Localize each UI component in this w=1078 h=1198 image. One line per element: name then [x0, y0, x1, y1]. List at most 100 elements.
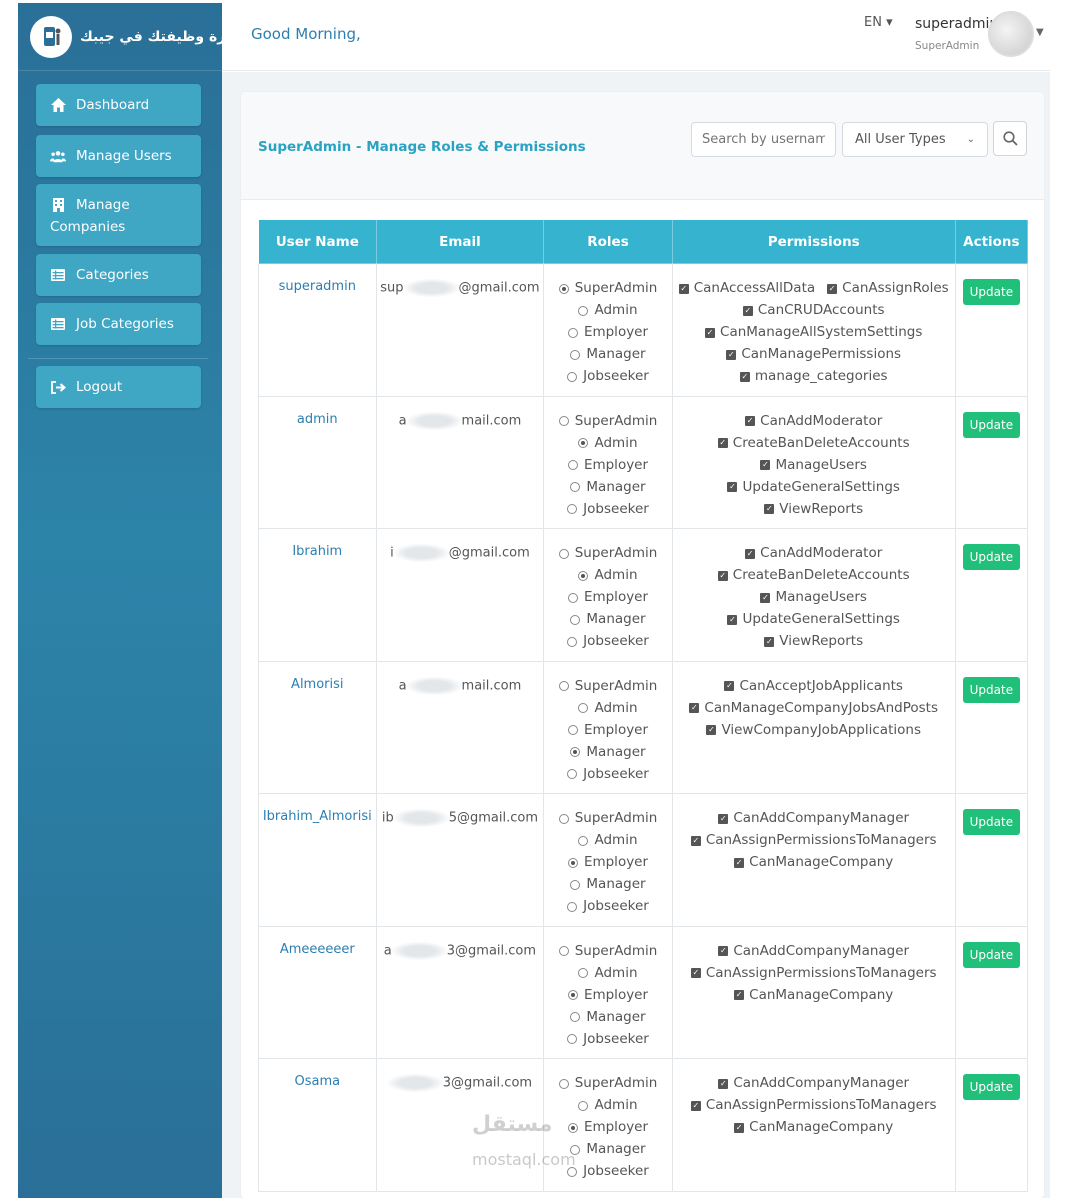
- logout-button[interactable]: Logout: [36, 366, 201, 408]
- permission-checkbox[interactable]: ✓ ViewReports: [764, 500, 863, 519]
- permission-checkbox[interactable]: ✓ ViewCompanyJobApplications: [706, 721, 921, 740]
- radio-icon[interactable]: [567, 327, 578, 338]
- update-button[interactable]: Update: [962, 676, 1021, 703]
- permission-checkbox[interactable]: ✓ CanAcceptJobApplicants: [724, 677, 903, 696]
- role-radio-option[interactable]: Jobseeker: [567, 897, 649, 916]
- role-radio-option[interactable]: Jobseeker: [567, 632, 649, 651]
- radio-icon[interactable]: [567, 769, 578, 779]
- radio-icon[interactable]: [567, 1122, 578, 1133]
- avatar[interactable]: [988, 11, 1034, 57]
- permission-checkbox[interactable]: ✓ UpdateGeneralSettings: [727, 610, 900, 629]
- checkbox-checked-icon[interactable]: ✓: [760, 592, 771, 603]
- permission-checkbox[interactable]: ✓ CanManageCompanyJobsAndPosts: [689, 699, 938, 718]
- checkbox-checked-icon[interactable]: ✓: [690, 1100, 701, 1111]
- sidebar-item-manage-companies[interactable]: Manage Companies: [36, 184, 201, 246]
- radio-icon[interactable]: [570, 879, 581, 890]
- checkbox-checked-icon[interactable]: ✓: [678, 283, 689, 294]
- checkbox-checked-icon[interactable]: ✓: [726, 349, 737, 360]
- role-radio-option[interactable]: SuperAdmin: [558, 544, 657, 563]
- radio-icon[interactable]: [558, 946, 569, 956]
- radio-icon[interactable]: [567, 1034, 578, 1044]
- radio-icon[interactable]: [578, 835, 589, 846]
- role-radio-option[interactable]: SuperAdmin: [558, 942, 657, 961]
- checkbox-checked-icon[interactable]: ✓: [745, 548, 756, 559]
- checkbox-checked-icon[interactable]: ✓: [718, 1078, 729, 1089]
- role-radio-option[interactable]: Employer: [567, 986, 648, 1005]
- checkbox-checked-icon[interactable]: ✓: [727, 614, 738, 625]
- permission-checkbox[interactable]: ✓ CanAssignPermissionsToManagers: [690, 831, 937, 850]
- radio-icon[interactable]: [558, 416, 569, 426]
- radio-icon[interactable]: [558, 548, 569, 559]
- role-radio-option[interactable]: SuperAdmin: [558, 412, 657, 431]
- permission-checkbox[interactable]: ✓ CanManageAllSystemSettings: [705, 323, 922, 342]
- radio-icon[interactable]: [567, 504, 578, 514]
- checkbox-checked-icon[interactable]: ✓: [705, 327, 716, 338]
- update-button[interactable]: Update: [962, 279, 1021, 305]
- radio-icon[interactable]: [578, 305, 589, 316]
- permission-checkbox[interactable]: ✓ CanAssignPermissionsToManagers: [690, 1096, 937, 1115]
- permission-checkbox[interactable]: ✓ ManageUsers: [760, 456, 867, 475]
- role-radio-option[interactable]: Employer: [567, 588, 648, 607]
- checkbox-checked-icon[interactable]: ✓: [760, 460, 771, 470]
- radio-icon[interactable]: [570, 747, 581, 757]
- role-radio-option[interactable]: Admin: [578, 301, 638, 320]
- permission-checkbox[interactable]: ✓ CreateBanDeleteAccounts: [717, 566, 910, 585]
- checkbox-checked-icon[interactable]: ✓: [718, 813, 729, 824]
- role-radio-option[interactable]: Jobseeker: [567, 765, 649, 784]
- radio-icon[interactable]: [578, 968, 589, 978]
- role-radio-option[interactable]: Jobseeker: [567, 500, 649, 519]
- radio-icon[interactable]: [567, 636, 578, 647]
- permission-checkbox[interactable]: ✓ CreateBanDeleteAccounts: [717, 434, 910, 453]
- checkbox-checked-icon[interactable]: ✓: [764, 636, 775, 647]
- permission-checkbox[interactable]: ✓ CanAddCompanyManager: [718, 809, 909, 828]
- role-radio-option[interactable]: Employer: [567, 721, 648, 740]
- role-radio-option[interactable]: Employer: [567, 456, 648, 475]
- radio-icon[interactable]: [558, 1078, 569, 1089]
- radio-icon[interactable]: [578, 438, 589, 448]
- role-radio-option[interactable]: Manager: [570, 478, 646, 497]
- role-radio-option[interactable]: Admin: [578, 434, 638, 453]
- permission-checkbox[interactable]: ✓ CanCRUDAccounts: [742, 301, 885, 320]
- role-radio-option[interactable]: Admin: [578, 566, 638, 585]
- role-radio-option[interactable]: SuperAdmin: [558, 677, 657, 696]
- checkbox-checked-icon[interactable]: ✓: [734, 990, 745, 1000]
- permission-checkbox[interactable]: ✓ CanManageCompany: [734, 1118, 893, 1137]
- update-button[interactable]: Update: [962, 544, 1021, 570]
- language-selector[interactable]: EN ▾: [864, 15, 893, 30]
- checkbox-checked-icon[interactable]: ✓: [690, 968, 701, 978]
- sidebar-item-manage-users[interactable]: Manage Users: [36, 135, 201, 177]
- permission-checkbox[interactable]: ✓ CanAddCompanyManager: [718, 942, 909, 961]
- caret-down-icon[interactable]: ▼: [1036, 27, 1044, 38]
- checkbox-checked-icon[interactable]: ✓: [745, 416, 756, 426]
- search-button[interactable]: [993, 121, 1027, 156]
- role-radio-option[interactable]: Employer: [567, 853, 648, 872]
- radio-icon[interactable]: [570, 349, 581, 360]
- sidebar-item-job-categories[interactable]: Job Categories: [36, 303, 201, 345]
- role-radio-option[interactable]: Admin: [578, 1096, 638, 1115]
- permission-checkbox[interactable]: ✓ manage_categories: [739, 367, 888, 386]
- checkbox-checked-icon[interactable]: ✓: [689, 703, 700, 713]
- permission-checkbox[interactable]: ✓ CanAssignRoles: [827, 279, 949, 298]
- radio-icon[interactable]: [567, 901, 578, 912]
- search-input[interactable]: [691, 122, 836, 157]
- checkbox-checked-icon[interactable]: ✓: [742, 305, 753, 316]
- checkbox-checked-icon[interactable]: ✓: [706, 725, 717, 735]
- permission-checkbox[interactable]: ✓ UpdateGeneralSettings: [727, 478, 900, 497]
- sidebar-item-categories[interactable]: Categories: [36, 254, 201, 296]
- role-radio-option[interactable]: Manager: [570, 345, 646, 364]
- checkbox-checked-icon[interactable]: ✓: [734, 1122, 745, 1133]
- role-radio-option[interactable]: Manager: [570, 743, 646, 762]
- checkbox-checked-icon[interactable]: ✓: [717, 438, 728, 448]
- radio-icon[interactable]: [567, 460, 578, 470]
- radio-icon[interactable]: [558, 681, 569, 691]
- role-radio-option[interactable]: Manager: [570, 875, 646, 894]
- radio-icon[interactable]: [567, 592, 578, 603]
- role-radio-option[interactable]: Manager: [570, 1140, 646, 1159]
- checkbox-checked-icon[interactable]: ✓: [827, 283, 838, 294]
- role-radio-option[interactable]: SuperAdmin: [558, 809, 657, 828]
- checkbox-checked-icon[interactable]: ✓: [724, 681, 735, 691]
- permission-checkbox[interactable]: ✓ CanAddModerator: [745, 412, 882, 431]
- permission-checkbox[interactable]: ✓ ViewReports: [764, 632, 863, 651]
- checkbox-checked-icon[interactable]: ✓: [739, 371, 750, 382]
- radio-icon[interactable]: [567, 990, 578, 1000]
